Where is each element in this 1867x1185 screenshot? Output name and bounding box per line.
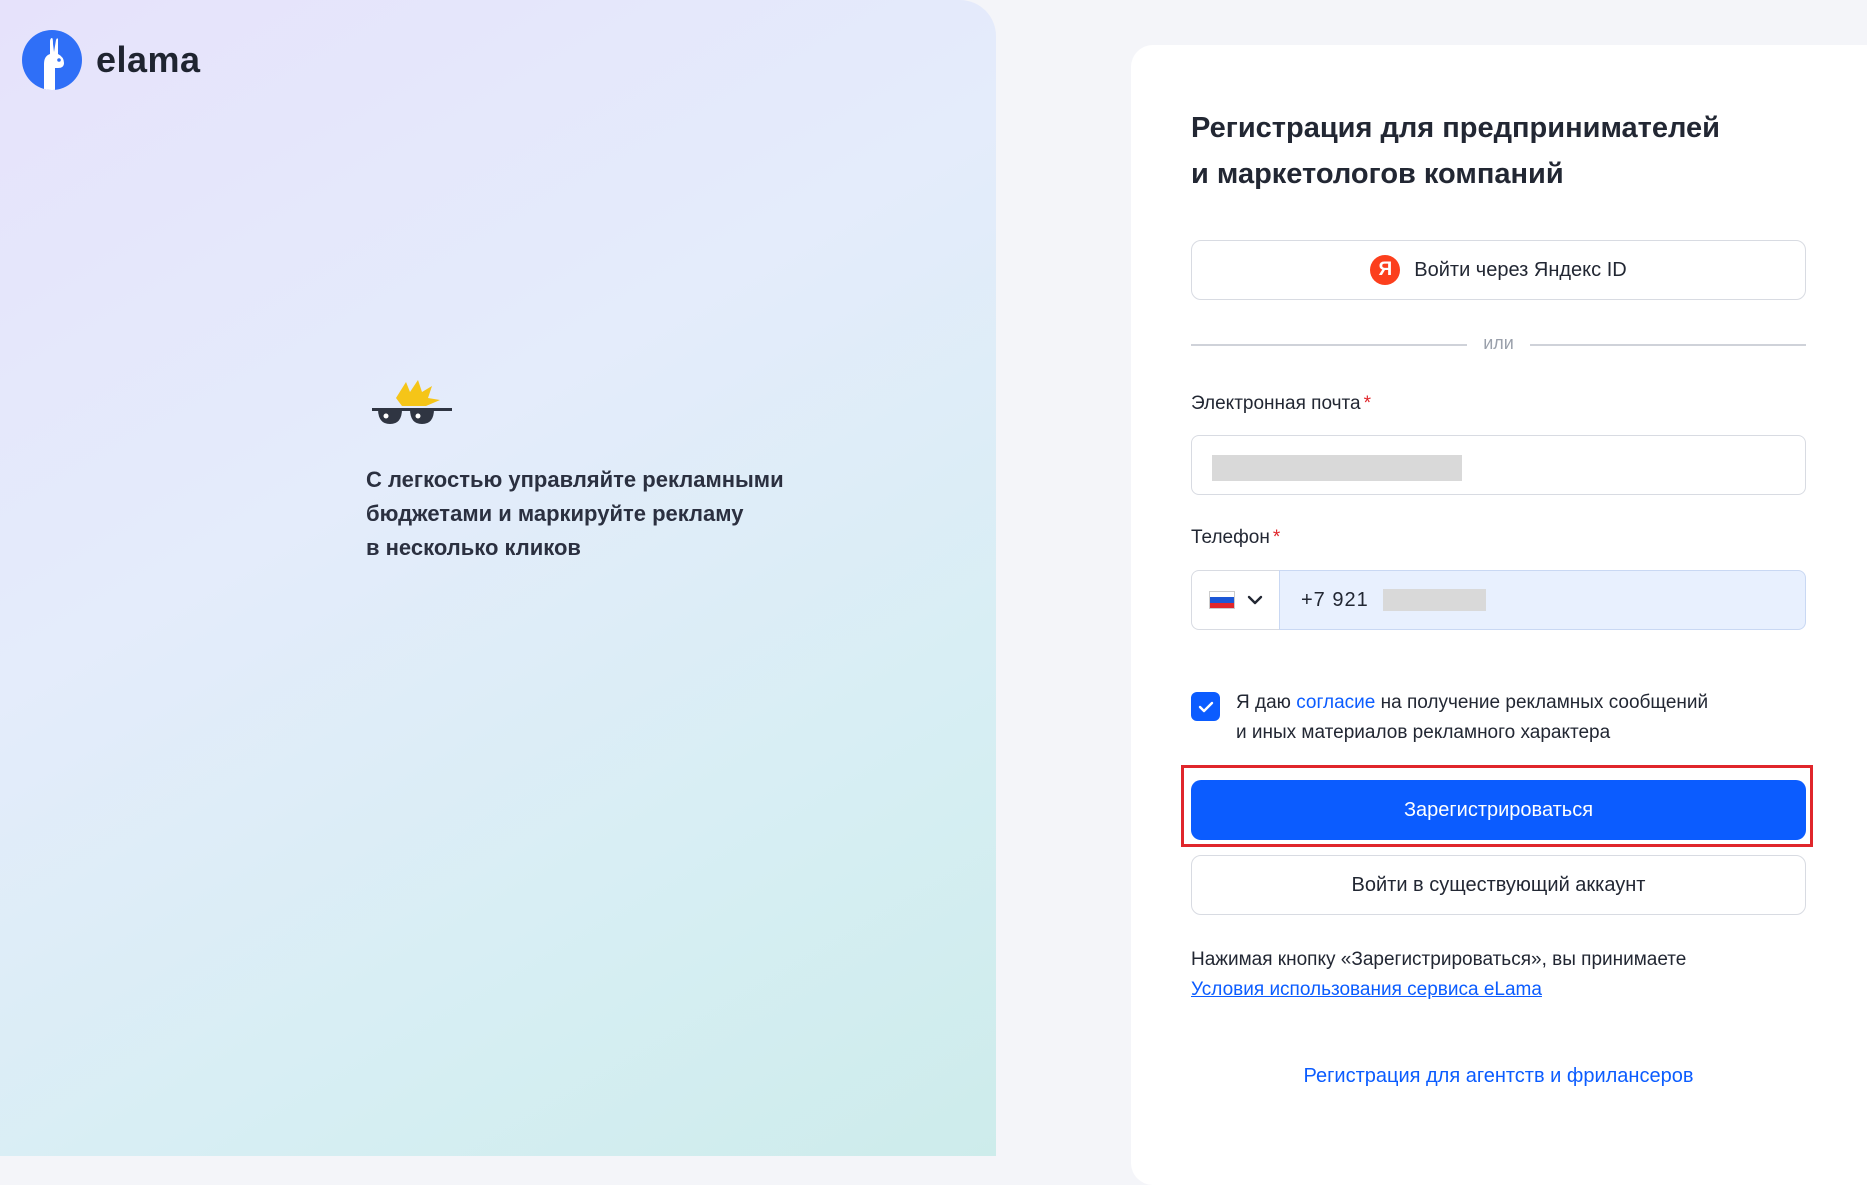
title-line: и маркетологов компаний: [1191, 158, 1564, 190]
page-title: Регистрация для предпринимателей и марке…: [1191, 105, 1791, 197]
terms-link[interactable]: Условия использования сервиса eLama: [1191, 979, 1542, 1000]
consent-text-line2: и иных материалов рекламного характера: [1236, 722, 1611, 743]
logo-text: elama: [96, 39, 201, 80]
consent-text-end: на получение рекламных сообщений: [1375, 692, 1709, 713]
promo-tagline: С легкостью управляйте рекламными бюджет…: [366, 463, 826, 565]
redacted-email-value: [1212, 455, 1462, 481]
consent-text-start: Я даю: [1236, 692, 1297, 713]
yandex-login-button[interactable]: Я Войти через Яндекс ID: [1191, 240, 1806, 300]
email-field[interactable]: [1191, 435, 1806, 495]
terms-text: Нажимая кнопку «Зарегистрироваться», вы …: [1191, 949, 1687, 970]
login-button[interactable]: Войти в существующий аккаунт: [1191, 855, 1806, 915]
redacted-phone-digits: [1382, 589, 1486, 611]
consent-checkbox[interactable]: [1191, 692, 1220, 721]
logo[interactable]: elama: [22, 30, 201, 90]
country-selector[interactable]: [1191, 570, 1280, 630]
promo-line: бюджетами и маркируйте рекламу: [366, 501, 744, 526]
promo-line: С легкостью управляйте рекламными: [366, 467, 784, 492]
promo-line: в несколько кликов: [366, 535, 581, 560]
agency-registration-link[interactable]: Регистрация для агентств и фрилансеров: [1191, 1065, 1806, 1088]
email-label-text: Электронная почта: [1191, 393, 1361, 414]
phone-label: Телефон *: [1191, 527, 1280, 549]
yandex-icon: Я: [1370, 255, 1401, 285]
checkmark-icon: [1198, 701, 1213, 712]
phone-label-text: Телефон: [1191, 527, 1270, 548]
phone-value: +7 921: [1301, 588, 1369, 611]
registration-card: Регистрация для предпринимателей и марке…: [1131, 45, 1867, 1185]
phone-field-group: +7 921: [1191, 570, 1806, 630]
register-button[interactable]: Зарегистрироваться: [1191, 780, 1806, 840]
russia-flag-icon: [1209, 591, 1235, 609]
llama-logo-icon: [22, 30, 82, 90]
divider-line: [1530, 344, 1806, 346]
or-divider: или: [1191, 333, 1806, 357]
consent-link[interactable]: согласие: [1296, 692, 1375, 713]
terms-notice: Нажимая кнопку «Зарегистрироваться», вы …: [1191, 945, 1686, 1005]
chevron-down-icon: [1247, 595, 1263, 605]
title-line: Регистрация для предпринимателей: [1191, 112, 1720, 144]
promo-panel: elama С легкостью управляйте рекламными …: [0, 0, 996, 1156]
email-label: Электронная почта *: [1191, 393, 1371, 415]
consent-text: Я даю согласие на получение рекламных со…: [1236, 688, 1796, 748]
required-mark: *: [1363, 393, 1371, 414]
phone-input[interactable]: +7 921: [1279, 570, 1806, 630]
required-mark: *: [1272, 527, 1281, 548]
mascot-sunglasses-icon: [372, 380, 452, 424]
yandex-login-label: Войти через Яндекс ID: [1414, 258, 1627, 281]
